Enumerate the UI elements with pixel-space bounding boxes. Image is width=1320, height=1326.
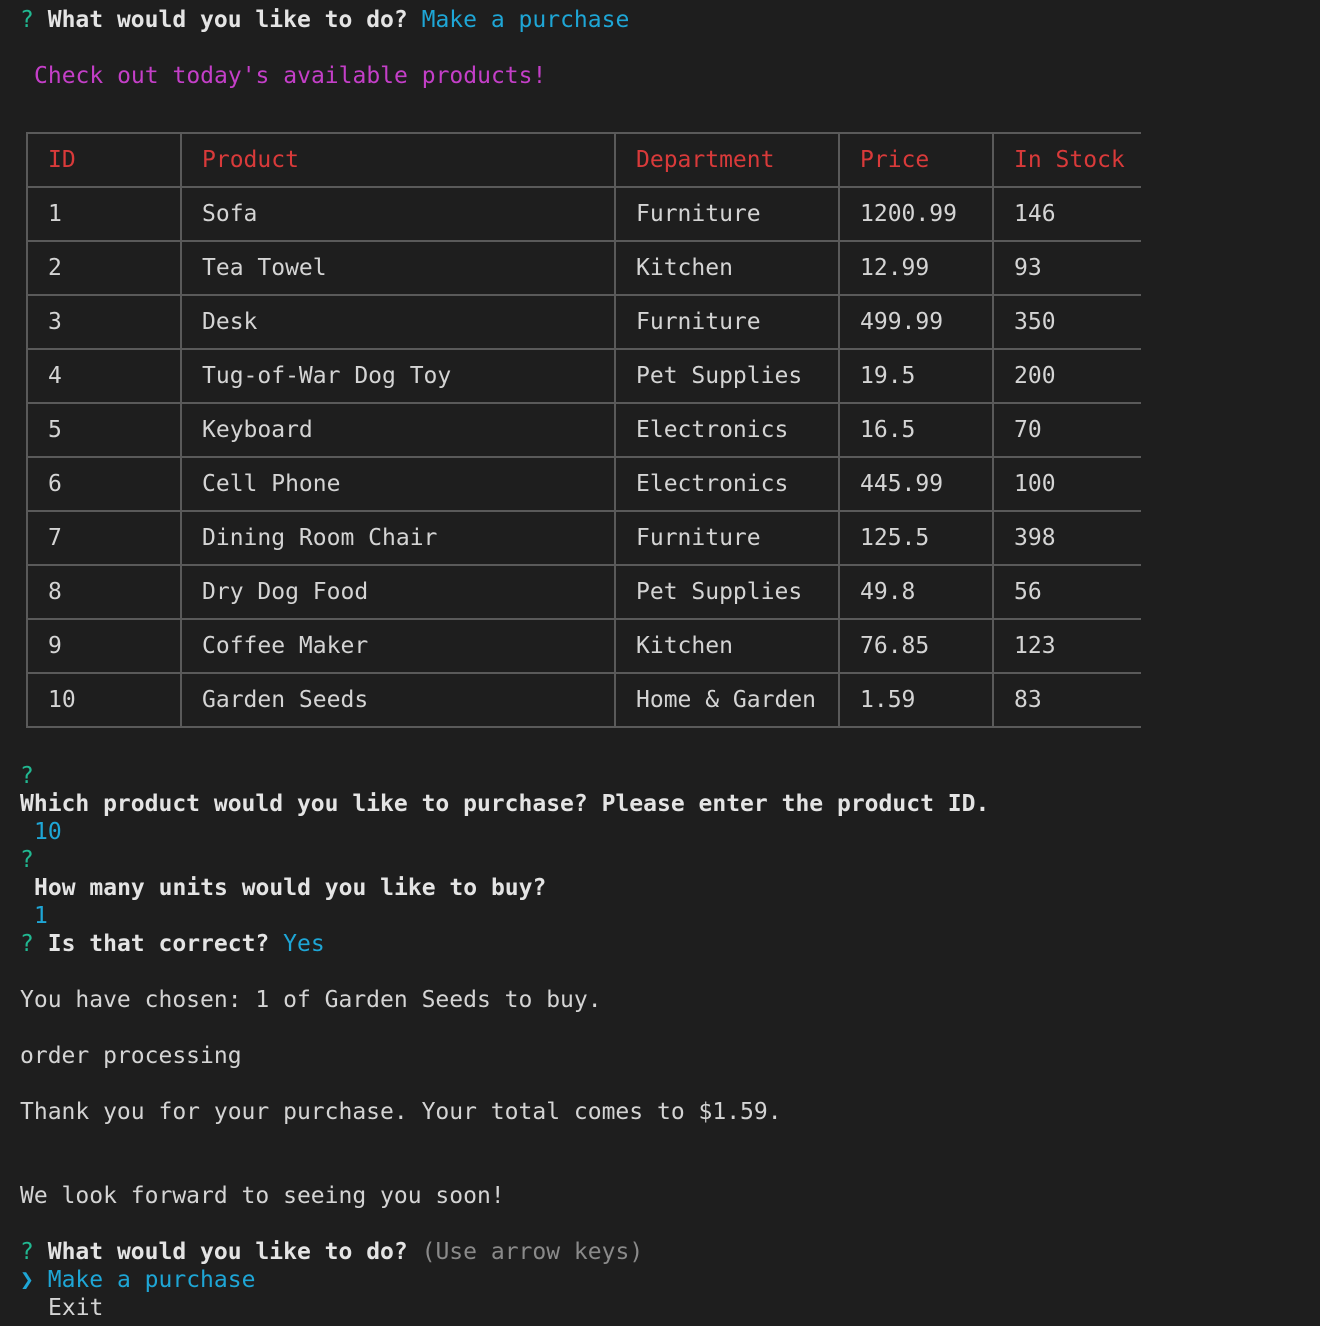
cell-department: Home & Garden — [614, 672, 840, 728]
cell-department: Furniture — [614, 186, 840, 242]
cell-price: 499.99 — [838, 294, 994, 350]
header-price: Price — [838, 132, 994, 188]
cell-id: 7 — [26, 510, 182, 566]
cell-stock: 56 — [992, 564, 1141, 620]
table-row: 8 Dry Dog Food Pet Supplies 49.8 56 — [26, 564, 1141, 620]
cell-price: 76.85 — [838, 618, 994, 674]
cell-price: 1200.99 — [838, 186, 994, 242]
cell-id: 9 — [26, 618, 182, 674]
cell-id: 5 — [26, 402, 182, 458]
cell-price: 16.5 — [838, 402, 994, 458]
products-table: ID Product Department Price In Stock 1 S… — [26, 132, 1141, 728]
table-row: 2 Tea Towel Kitchen 12.99 93 — [26, 240, 1141, 296]
cell-price: 19.5 — [838, 348, 994, 404]
prompt-line-confirm: ? Is that correct? Yes — [20, 930, 325, 958]
table-row: 4 Tug-of-War Dog Toy Pet Supplies 19.5 2… — [26, 348, 1141, 404]
processing-message: order processing — [20, 1043, 242, 1069]
banner-text: Check out today's available products! — [34, 63, 547, 89]
prompt-marker-units: ? — [20, 847, 34, 873]
prompt-marker-product: ? — [20, 763, 34, 789]
table-row: 10 Garden Seeds Home & Garden 1.59 83 — [26, 672, 1141, 728]
prompt-answer: Make a purchase — [421, 7, 630, 33]
cell-id: 2 — [26, 240, 182, 296]
menu-option-label: Exit — [48, 1295, 104, 1321]
farewell-message: We look forward to seeing you soon! — [20, 1183, 505, 1209]
cell-stock: 93 — [992, 240, 1141, 296]
cell-product: Keyboard — [180, 402, 616, 458]
cell-price: 125.5 — [838, 510, 994, 566]
table-header-row: ID Product Department Price In Stock — [26, 132, 1141, 188]
units-question: How many units would you like to buy? — [34, 875, 547, 901]
cell-stock: 146 — [992, 186, 1141, 242]
units-answer: 1 — [34, 903, 48, 929]
product-question: Which product would you like to purchase… — [20, 791, 990, 817]
cell-id: 3 — [26, 294, 182, 350]
cell-product: Dry Dog Food — [180, 564, 616, 620]
cell-product: Desk — [180, 294, 616, 350]
table-row: 1 Sofa Furniture 1200.99 146 — [26, 186, 1141, 242]
prompt-line-action: ? What would you like to do? Make a purc… — [20, 6, 629, 34]
cell-stock: 350 — [992, 294, 1141, 350]
pointer-icon: ❯ — [20, 1267, 34, 1293]
header-department: Department — [614, 132, 840, 188]
menu-hint: (Use arrow keys) — [421, 1239, 644, 1265]
cell-price: 12.99 — [838, 240, 994, 296]
confirm-answer: Yes — [283, 931, 325, 957]
thanks-message: Thank you for your purchase. Your total … — [20, 1099, 782, 1125]
cell-id: 1 — [26, 186, 182, 242]
cell-stock: 200 — [992, 348, 1141, 404]
cell-id: 8 — [26, 564, 182, 620]
cell-id: 10 — [26, 672, 182, 728]
prompt-marker: ? — [20, 931, 34, 957]
menu-question: What would you like to do? — [47, 1239, 408, 1265]
cell-department: Furniture — [614, 510, 840, 566]
cell-stock: 100 — [992, 456, 1141, 512]
table-row: 3 Desk Furniture 499.99 350 — [26, 294, 1141, 350]
table-row: 6 Cell Phone Electronics 445.99 100 — [26, 456, 1141, 512]
table-row: 9 Coffee Maker Kitchen 76.85 123 — [26, 618, 1141, 674]
header-product: Product — [180, 132, 616, 188]
cell-department: Electronics — [614, 402, 840, 458]
cell-product: Dining Room Chair — [180, 510, 616, 566]
cell-id: 6 — [26, 456, 182, 512]
table-row: 5 Keyboard Electronics 16.5 70 — [26, 402, 1141, 458]
cell-department: Kitchen — [614, 240, 840, 296]
confirm-question: Is that correct? — [47, 931, 270, 957]
prompt-marker: ? — [20, 7, 34, 33]
menu-option-make-purchase[interactable]: ❯ Make a purchase — [20, 1266, 255, 1294]
prompt-line-menu: ? What would you like to do? (Use arrow … — [20, 1238, 643, 1266]
header-in-stock: In Stock — [992, 132, 1141, 188]
cell-department: Electronics — [614, 456, 840, 512]
header-id: ID — [26, 132, 182, 188]
cell-stock: 398 — [992, 510, 1141, 566]
table-row: 7 Dining Room Chair Furniture 125.5 398 — [26, 510, 1141, 566]
product-answer: 10 — [34, 819, 62, 845]
cell-price: 445.99 — [838, 456, 994, 512]
cell-id: 4 — [26, 348, 182, 404]
prompt-question: What would you like to do? — [47, 7, 408, 33]
chosen-message: You have chosen: 1 of Garden Seeds to bu… — [20, 987, 602, 1013]
cell-price: 49.8 — [838, 564, 994, 620]
cell-stock: 70 — [992, 402, 1141, 458]
cell-stock: 123 — [992, 618, 1141, 674]
cell-department: Pet Supplies — [614, 348, 840, 404]
cell-product: Tug-of-War Dog Toy — [180, 348, 616, 404]
cell-product: Coffee Maker — [180, 618, 616, 674]
cell-product: Garden Seeds — [180, 672, 616, 728]
cell-product: Tea Towel — [180, 240, 616, 296]
cell-product: Cell Phone — [180, 456, 616, 512]
cell-department: Furniture — [614, 294, 840, 350]
prompt-marker: ? — [20, 1239, 34, 1265]
cell-product: Sofa — [180, 186, 616, 242]
menu-option-label: Make a purchase — [47, 1267, 256, 1293]
menu-option-exit[interactable]: Exit — [48, 1294, 103, 1322]
cell-department: Pet Supplies — [614, 564, 840, 620]
cell-stock: 83 — [992, 672, 1141, 728]
cell-price: 1.59 — [838, 672, 994, 728]
cell-department: Kitchen — [614, 618, 840, 674]
